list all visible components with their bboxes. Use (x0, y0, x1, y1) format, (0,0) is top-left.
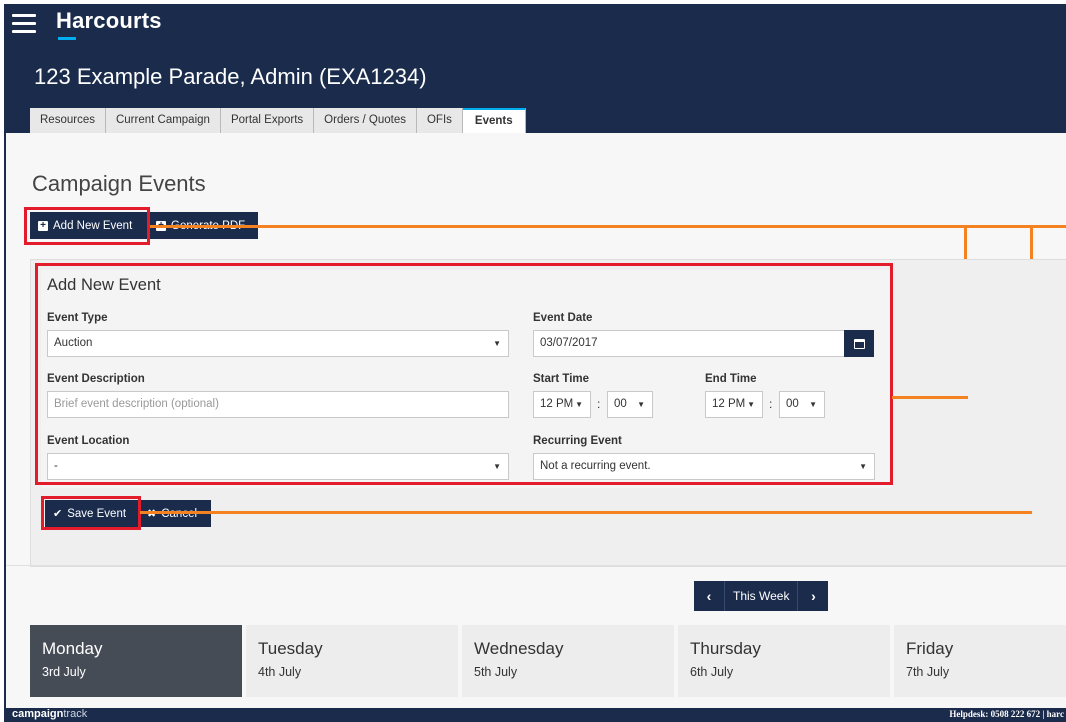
app-window: Harcourts 123 Example Parade, Admin (EXA… (4, 4, 1066, 722)
callout-line-top (150, 225, 1066, 228)
day-date: 7th July (906, 665, 950, 679)
tab-portal-exports[interactable]: Portal Exports (220, 108, 315, 133)
tab-bar: Resources Current Campaign Portal Export… (30, 108, 526, 133)
day-wednesday[interactable]: Wednesday 5th July (462, 625, 674, 697)
day-date: 3rd July (42, 665, 86, 679)
callout-line-form (892, 396, 968, 399)
campaigntrack-logo: campaigntrack (12, 708, 87, 720)
main-content: Campaign Events + Add New Event + Genera… (6, 133, 1066, 708)
add-event-highlight (24, 207, 150, 245)
day-date: 6th July (690, 665, 734, 679)
day-name: Friday (906, 639, 954, 658)
page-heading: 123 Example Parade, Admin (EXA1234) (34, 64, 427, 89)
section-divider (6, 565, 1066, 566)
hamburger-icon[interactable] (12, 14, 36, 34)
logo-bold-text: campaign (12, 708, 64, 720)
content-title: Campaign Events (32, 171, 206, 196)
day-name: Thursday (690, 639, 761, 658)
chevron-right-icon: › (811, 588, 816, 604)
day-friday[interactable]: Friday 7th July (894, 625, 1066, 697)
week-navigation: ‹ This Week › (694, 581, 829, 611)
day-date: 4th July (258, 665, 302, 679)
week-days: Monday 3rd July Tuesday 4th July Wednesd… (30, 625, 1066, 697)
brand-logo: Harcourts (56, 8, 162, 33)
tab-events[interactable]: Events (462, 108, 526, 133)
app-footer: campaigntrack Helpdesk: 0508 222 672 | h… (6, 708, 1066, 722)
top-bar: Harcourts (6, 4, 1066, 46)
form-highlight (35, 263, 893, 485)
this-week-button[interactable]: This Week (724, 581, 799, 611)
add-event-panel: Add New Event Event Type Auction ▼ Event… (30, 259, 1066, 567)
next-week-button[interactable]: › (798, 581, 829, 611)
app-header: Harcourts 123 Example Parade, Admin (EXA… (6, 4, 1066, 133)
tab-orders-quotes[interactable]: Orders / Quotes (314, 108, 417, 133)
day-tuesday[interactable]: Tuesday 4th July (246, 625, 458, 697)
previous-week-button[interactable]: ‹ (694, 581, 724, 611)
tab-current-campaign[interactable]: Current Campaign (105, 108, 221, 133)
chevron-left-icon: ‹ (706, 588, 712, 604)
tab-resources[interactable]: Resources (30, 108, 106, 133)
tab-ofis[interactable]: OFIs (416, 108, 463, 133)
day-name: Wednesday (474, 639, 564, 658)
helpdesk-info: Helpdesk: 0508 222 672 | harc (949, 709, 1064, 719)
day-monday[interactable]: Monday 3rd July (30, 625, 242, 697)
logo-light-text: track (63, 708, 88, 720)
day-thursday[interactable]: Thursday 6th July (678, 625, 890, 697)
save-event-highlight (41, 496, 141, 530)
day-name: Tuesday (258, 639, 323, 658)
callout-line-save (140, 511, 1032, 514)
brand-underline (58, 37, 76, 40)
day-name: Monday (42, 639, 103, 658)
day-date: 5th July (474, 665, 518, 679)
